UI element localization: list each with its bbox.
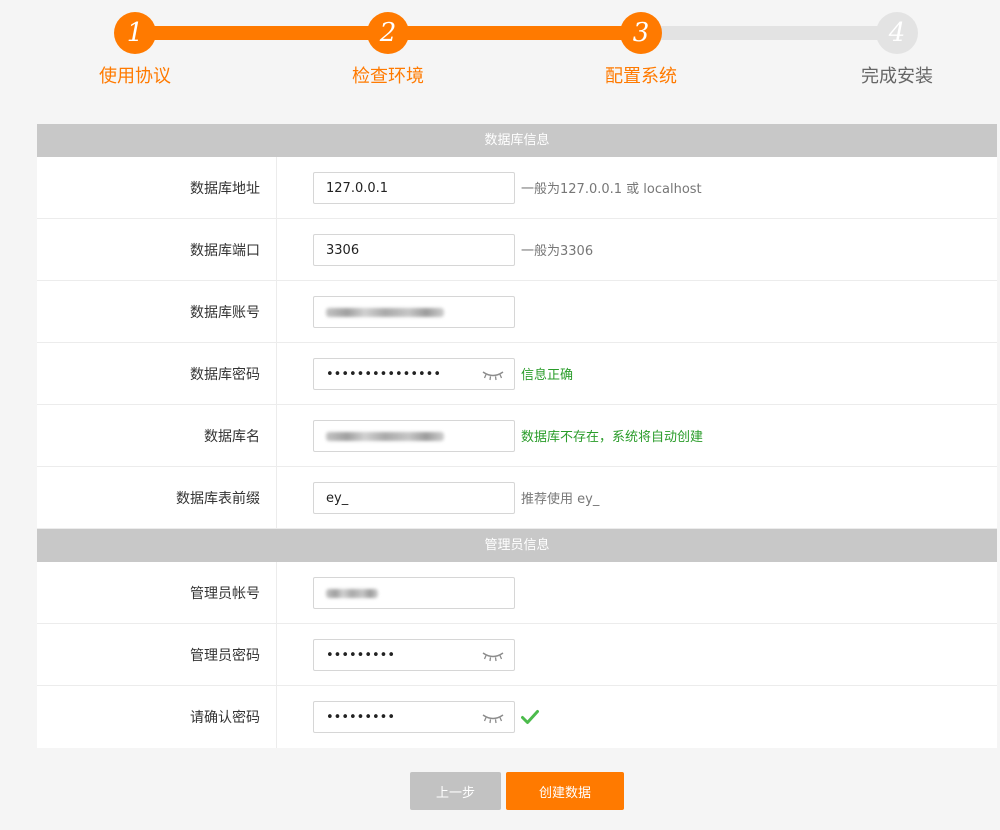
db-name-row: 数据库名 数据库不存在，系统将自动创建 (37, 405, 997, 467)
db-password-field[interactable] (313, 358, 515, 390)
db-host-input[interactable] (314, 173, 514, 203)
step-1-label: 使用协议 (99, 66, 171, 87)
db-host-row: 数据库地址 一般为127.0.0.1 或 localhost (37, 157, 997, 219)
db-prefix-row: 数据库表前缀 推荐使用 ey_ (37, 467, 997, 529)
db-host-hint: 一般为127.0.0.1 或 localhost (521, 182, 702, 197)
admin-password-label: 管理员密码 (37, 624, 277, 685)
db-name-label: 数据库名 (37, 405, 277, 466)
db-host-field[interactable] (313, 172, 515, 204)
admin-account-field[interactable] (313, 577, 515, 609)
db-password-row: 数据库密码 信息正确 (37, 343, 997, 405)
admin-password-row: 管理员密码 (37, 624, 997, 686)
step-1: 1 使用协议 (55, 12, 215, 88)
db-name-field[interactable] (313, 420, 515, 452)
eye-closed-icon[interactable] (482, 712, 504, 724)
admin-account-label: 管理员帐号 (37, 562, 277, 623)
db-user-field[interactable] (313, 296, 515, 328)
admin-account-row: 管理员帐号 (37, 562, 997, 624)
step-3-label: 配置系统 (605, 66, 677, 87)
db-password-status: 信息正确 (521, 368, 574, 383)
db-user-redacted-value (326, 308, 444, 317)
admin-section-header: 管理员信息 (37, 529, 997, 562)
db-name-status: 数据库不存在，系统将自动创建 (521, 430, 704, 445)
db-user-label: 数据库账号 (37, 281, 277, 342)
db-prefix-field[interactable] (313, 482, 515, 514)
prev-step-button[interactable]: 上一步 (410, 772, 501, 810)
db-prefix-input[interactable] (314, 483, 514, 513)
form-actions: 上一步 创建数据 (0, 772, 1000, 810)
install-stepper: 1 使用协议 2 检查环境 3 配置系统 4 完成安装 (0, 0, 1000, 110)
db-port-row: 数据库端口 一般为3306 (37, 219, 997, 281)
admin-confirm-row: 请确认密码 (37, 686, 997, 748)
db-port-input[interactable] (314, 235, 514, 265)
db-prefix-hint: 推荐使用 ey_ (521, 492, 600, 507)
step-3: 3 配置系统 (561, 12, 721, 88)
config-form: 数据库信息 数据库地址 一般为127.0.0.1 或 localhost 数据库… (37, 124, 997, 748)
step-2-label: 检查环境 (352, 66, 424, 87)
step-4: 4 完成安装 (817, 12, 977, 88)
db-port-hint: 一般为3306 (521, 244, 594, 259)
db-section-header: 数据库信息 (37, 124, 997, 157)
installer-page: 1 使用协议 2 检查环境 3 配置系统 4 完成安装 数据库信息 数据库地址 … (0, 0, 1000, 830)
eye-closed-icon[interactable] (482, 650, 504, 662)
admin-password-field[interactable] (313, 639, 515, 671)
admin-confirm-field[interactable] (313, 701, 515, 733)
step-4-label: 完成安装 (861, 66, 933, 87)
db-port-label: 数据库端口 (37, 219, 277, 280)
step-4-number: 4 (876, 12, 918, 54)
db-user-row: 数据库账号 (37, 281, 997, 343)
eye-closed-icon[interactable] (482, 369, 504, 381)
admin-confirm-label: 请确认密码 (37, 686, 277, 748)
db-host-label: 数据库地址 (37, 157, 277, 218)
db-password-label: 数据库密码 (37, 343, 277, 404)
check-icon (521, 710, 539, 724)
db-port-field[interactable] (313, 234, 515, 266)
admin-account-redacted-value (326, 589, 378, 598)
step-3-number: 3 (620, 12, 662, 54)
step-1-number: 1 (114, 12, 156, 54)
db-name-redacted-value (326, 432, 444, 441)
step-2-number: 2 (367, 12, 409, 54)
db-prefix-label: 数据库表前缀 (37, 467, 277, 528)
create-data-button[interactable]: 创建数据 (506, 772, 624, 810)
step-2: 2 检查环境 (308, 12, 468, 88)
